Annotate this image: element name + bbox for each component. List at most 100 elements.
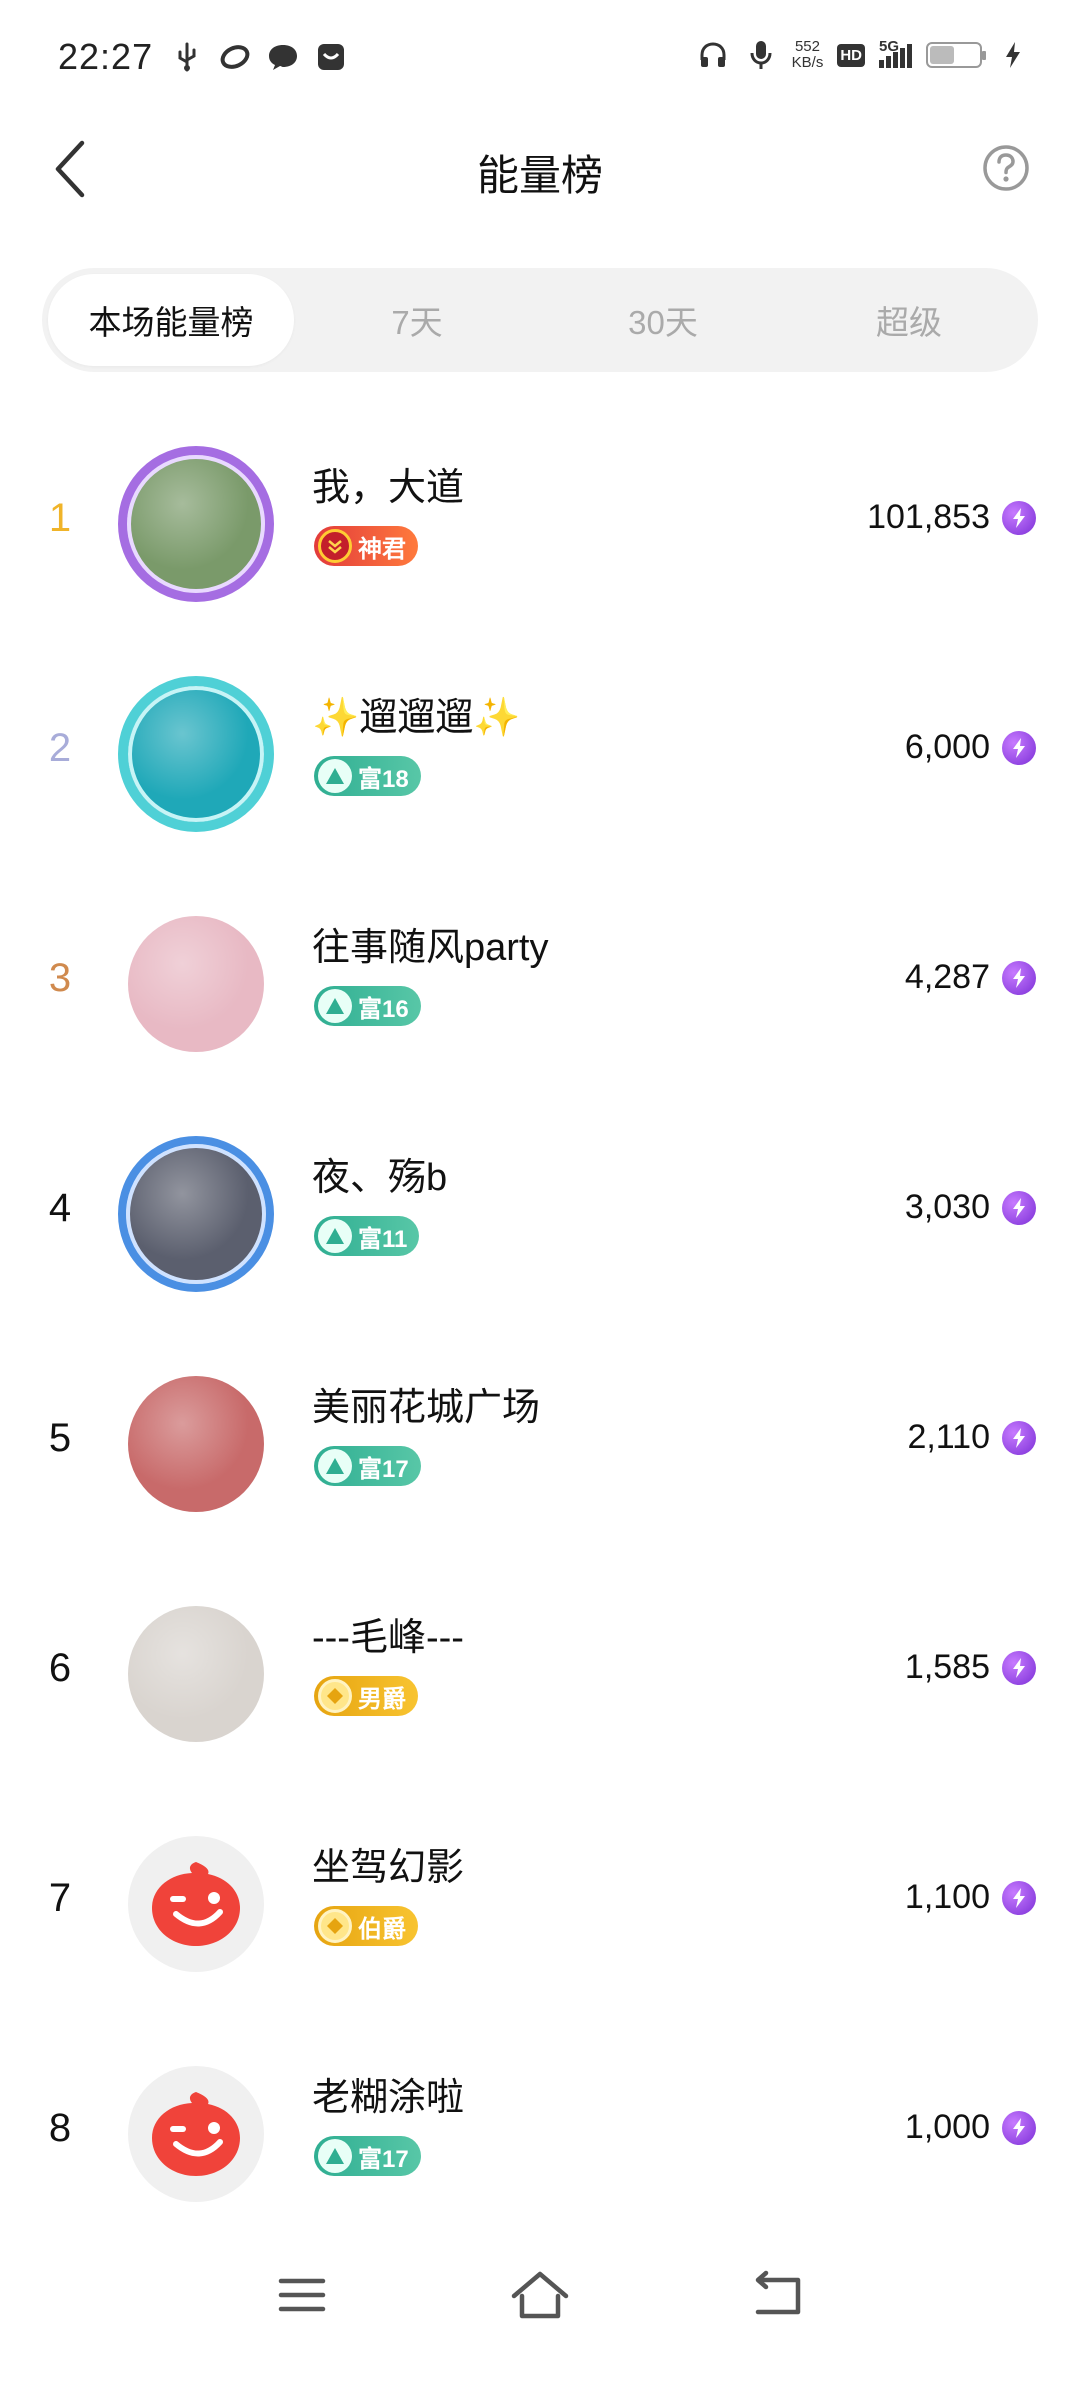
user-name: ---毛峰--- xyxy=(312,1617,464,1659)
avatar-container[interactable] xyxy=(118,2056,274,2212)
energy-bolt-icon xyxy=(1002,500,1036,535)
rank-number: 6 xyxy=(48,1646,72,1690)
ranking-row[interactable]: 3 往事随风party 富16 4,287 xyxy=(0,880,1080,1110)
energy-number: 1,585 xyxy=(904,1648,990,1686)
status-right-icons: 552 KB/s HD 5G xyxy=(696,38,1030,72)
energy-number: 2,110 xyxy=(907,1418,990,1456)
rank-number: 7 xyxy=(48,1876,72,1920)
avatar-frame xyxy=(118,446,274,602)
badge-label: 神君 xyxy=(358,535,406,563)
avatar-container[interactable] xyxy=(118,906,274,1062)
avatar[interactable] xyxy=(128,916,264,1052)
avatar-container[interactable] xyxy=(118,1596,274,1752)
avatar-container[interactable] xyxy=(118,1136,274,1292)
avatar[interactable] xyxy=(128,1606,264,1742)
tab-current-session[interactable]: 本场能量榜 xyxy=(48,274,294,366)
charging-icon xyxy=(996,38,1030,72)
avatar-container[interactable] xyxy=(118,676,274,832)
ranking-row[interactable]: 7 坐驾幻影 伯爵 1,100 xyxy=(0,1800,1080,2030)
energy-value: 4,287 xyxy=(905,958,1036,997)
badge-label: 男爵 xyxy=(358,1685,406,1713)
default-avatar-icon xyxy=(152,1862,240,1946)
ranking-list: 1 我，大道 神君 101,853 2 ✨遛遛遛✨ 富18 6,000 3 往事… xyxy=(0,420,1080,2260)
energy-number: 6,000 xyxy=(904,728,990,766)
user-name: 往事随风party xyxy=(312,927,549,969)
rank-number: 1 xyxy=(48,496,72,540)
avatar-container[interactable] xyxy=(118,1366,274,1522)
ranking-row[interactable]: 5 美丽花城广场 富17 2,110 xyxy=(0,1340,1080,1570)
badge-icon xyxy=(318,1449,352,1483)
help-button[interactable] xyxy=(976,138,1036,198)
energy-bolt-icon xyxy=(1002,1420,1036,1455)
wealth-level-icon xyxy=(326,1228,344,1244)
tab-30-days[interactable]: 30天 xyxy=(540,274,786,366)
badge-icon xyxy=(318,1909,352,1943)
rank-number: 5 xyxy=(48,1416,72,1460)
badge-label: 富17 xyxy=(358,2145,409,2173)
header: 能量榜 xyxy=(0,120,1080,220)
energy-value: 1,100 xyxy=(905,1878,1036,1917)
badge-label: 富17 xyxy=(358,1455,409,1483)
battery-icon xyxy=(926,42,986,68)
rank-number: 4 xyxy=(48,1186,72,1230)
badge-icon xyxy=(318,2139,352,2173)
status-bar: 22:27 552 KB/s HD 5G xyxy=(0,0,1080,120)
back-nav-button[interactable] xyxy=(738,2255,818,2335)
return-icon xyxy=(755,2270,801,2315)
energy-number: 4,287 xyxy=(904,958,990,996)
network-type: 5G xyxy=(879,38,900,55)
energy-number: 1,100 xyxy=(904,1878,990,1916)
rank-number: 3 xyxy=(48,956,72,1000)
avatar-container[interactable] xyxy=(118,1826,274,1982)
ranking-row[interactable]: 4 夜、殇b 富11 3,030 xyxy=(0,1110,1080,1340)
battery-level xyxy=(930,46,954,64)
energy-bolt-icon xyxy=(1002,1190,1036,1225)
user-name: 我，大道 xyxy=(312,467,465,509)
ranking-row[interactable]: 1 我，大道 神君 101,853 xyxy=(0,420,1080,650)
avatar-frame xyxy=(118,1136,274,1292)
ranking-row[interactable]: 6 ---毛峰--- 男爵 1,585 xyxy=(0,1570,1080,1800)
tab-super[interactable]: 超级 xyxy=(786,274,1032,366)
energy-number: 1,000 xyxy=(904,2108,990,2146)
badge-icon xyxy=(318,759,352,793)
energy-bolt-icon xyxy=(1002,960,1036,995)
ranking-row[interactable]: 2 ✨遛遛遛✨ 富18 6,000 xyxy=(0,650,1080,880)
energy-value: 101,853 xyxy=(867,498,1036,537)
avatar[interactable] xyxy=(128,2066,264,2202)
speed-value: 552 xyxy=(794,38,820,55)
tab-7-days[interactable]: 7天 xyxy=(294,274,540,366)
link-icon xyxy=(218,40,252,74)
wealth-level-icon xyxy=(326,768,344,784)
level-badge: 富17 xyxy=(314,1446,421,1486)
badge-icon xyxy=(318,989,352,1023)
energy-value: 1,585 xyxy=(905,1648,1036,1687)
microphone-icon xyxy=(744,38,778,72)
status-left-icons xyxy=(170,40,348,74)
badge-icon xyxy=(318,529,352,563)
wealth-level-icon xyxy=(326,998,344,1014)
menu-icon xyxy=(278,2278,326,2312)
badge-label: 富11 xyxy=(358,1225,408,1253)
energy-value: 1,000 xyxy=(905,2108,1036,2147)
home-button[interactable] xyxy=(500,2255,580,2335)
level-badge: 男爵 xyxy=(314,1676,418,1716)
energy-value: 2,110 xyxy=(907,1418,1036,1457)
headphones-icon xyxy=(696,38,730,72)
network-speed: 552 KB/s xyxy=(792,39,824,71)
energy-value: 3,030 xyxy=(905,1188,1036,1227)
badge-icon xyxy=(318,1679,352,1713)
energy-number: 101,853 xyxy=(867,498,990,536)
noble-diamond-icon xyxy=(327,1918,343,1934)
energy-bolt-icon xyxy=(1002,1650,1036,1685)
level-badge: 神君 xyxy=(314,526,418,566)
page-title: 能量榜 xyxy=(476,152,603,199)
badge-label: 富18 xyxy=(358,765,409,793)
avatar-container[interactable] xyxy=(118,446,274,602)
avatar[interactable] xyxy=(128,1376,264,1512)
avatar[interactable] xyxy=(128,1836,264,1972)
menu-button[interactable] xyxy=(262,2255,342,2335)
energy-value: 6,000 xyxy=(905,728,1036,767)
level-badge: 富18 xyxy=(314,756,421,796)
ranking-row[interactable]: 8 老糊涂啦 富17 1,000 xyxy=(0,2030,1080,2260)
avatar-frame xyxy=(118,676,274,832)
